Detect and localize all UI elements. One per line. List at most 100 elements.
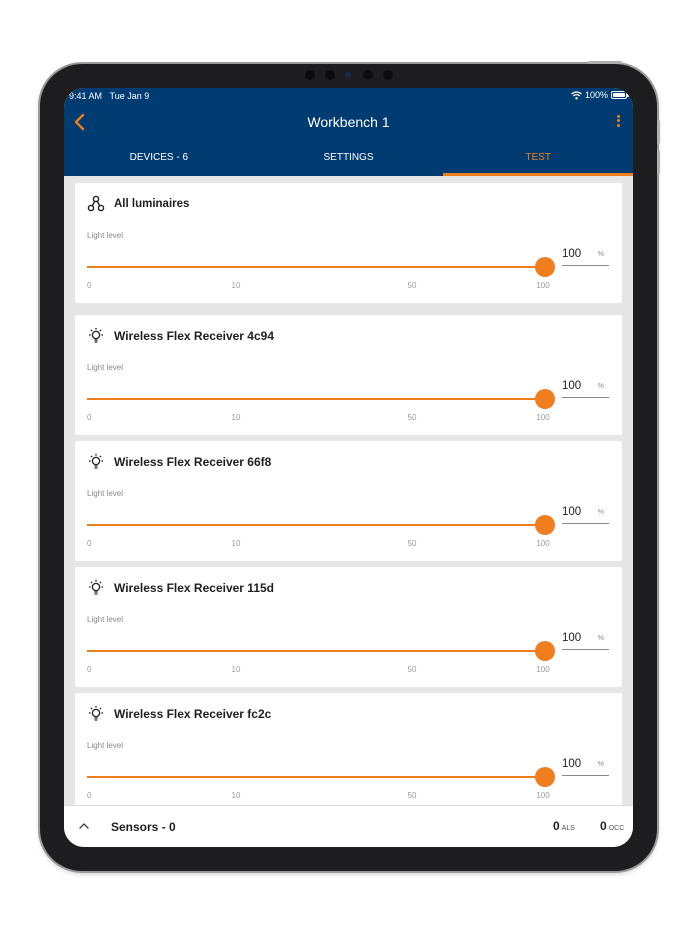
tick-label: 0 (87, 281, 92, 290)
title-bar: Workbench 1 (64, 108, 633, 136)
light-level-field: % (562, 246, 609, 266)
page-title: Workbench 1 (307, 114, 390, 130)
light-level-input[interactable] (562, 248, 590, 260)
light-level-label: Light level (87, 741, 124, 750)
luminaire-list: All luminaires Light level 0 10 50 100 % (64, 176, 633, 805)
slider-track (87, 524, 545, 526)
battery-percent: 100% (584, 90, 608, 100)
slider-ticks: 0 10 50 100 (87, 539, 550, 549)
light-level-input[interactable] (562, 506, 590, 518)
card-header: Wireless Flex Receiver fc2c (87, 705, 271, 723)
luminaire-card: Wireless Flex Receiver 66f8 Light level … (75, 441, 622, 561)
tick-label: 100 (536, 413, 550, 422)
slider-thumb[interactable] (535, 515, 555, 535)
tick-label: 50 (407, 281, 417, 290)
tick-label: 10 (231, 665, 241, 674)
sensors-label[interactable]: Sensors - 0 (111, 820, 176, 834)
lightbulb-icon (89, 706, 103, 721)
card-title: All luminaires (114, 198, 190, 210)
card-header: Wireless Flex Receiver 115d (87, 579, 274, 597)
slider-thumb[interactable] (535, 389, 555, 409)
card-title: Wireless Flex Receiver 66f8 (114, 455, 272, 469)
light-level-slider[interactable] (87, 767, 555, 787)
light-level-slider[interactable] (87, 515, 555, 535)
light-level-label: Light level (87, 489, 124, 498)
tick-label: 100 (536, 665, 550, 674)
light-level-field: % (562, 630, 609, 650)
light-level-slider[interactable] (87, 257, 555, 277)
tick-label: 100 (536, 791, 550, 800)
group-nodes-icon (87, 195, 105, 212)
card-header: All luminaires (87, 195, 189, 213)
tick-label: 50 (407, 539, 417, 548)
unit-label: % (597, 509, 604, 516)
card-title: Wireless Flex Receiver 4c94 (114, 329, 275, 343)
tab-devices[interactable]: DEVICES - 6 (64, 144, 254, 176)
slider-track (87, 776, 545, 778)
wifi-icon (571, 90, 582, 99)
unit-label: % (597, 761, 604, 768)
light-level-label: Light level (87, 363, 124, 372)
card-header: Wireless Flex Receiver 66f8 (87, 453, 271, 471)
tab-bar: DEVICES - 6 SETTINGS TEST (64, 144, 633, 176)
sensor-dot (305, 70, 315, 80)
lightbulb-icon (89, 454, 103, 469)
tick-label: 50 (407, 791, 417, 800)
volume-down-button (657, 150, 660, 174)
app-header: 9:41 AM Tue Jan 9 100% Workbench 1 DEVIC… (64, 88, 633, 176)
app-screen: 9:41 AM Tue Jan 9 100% Workbench 1 DEVIC… (64, 88, 633, 847)
light-level-slider[interactable] (87, 641, 555, 661)
camera-bar (305, 70, 395, 80)
tick-label: 10 (231, 791, 241, 800)
occ-count: 0 OCC (600, 819, 625, 833)
tab-test[interactable]: TEST (443, 144, 633, 176)
als-count: 0 ALS (553, 819, 575, 833)
light-level-input[interactable] (562, 758, 590, 770)
card-title: Wireless Flex Receiver fc2c (114, 707, 272, 721)
sensor-dot (363, 70, 373, 80)
unit-label: % (597, 635, 604, 642)
more-vertical-icon (613, 114, 623, 127)
light-level-field: % (562, 504, 609, 524)
slider-ticks: 0 10 50 100 (87, 281, 550, 291)
light-level-slider[interactable] (87, 389, 555, 409)
luminaire-card: Wireless Flex Receiver 4c94 Light level … (75, 315, 622, 435)
slider-thumb[interactable] (535, 641, 555, 661)
luminaire-card: All luminaires Light level 0 10 50 100 % (75, 183, 622, 303)
expand-sensors-button[interactable] (78, 819, 90, 831)
volume-up-button (657, 120, 660, 144)
power-button (588, 61, 622, 64)
slider-thumb[interactable] (535, 767, 555, 787)
light-level-input[interactable] (562, 380, 590, 392)
tab-settings[interactable]: SETTINGS (254, 144, 444, 176)
tick-label: 50 (407, 413, 417, 422)
tick-label: 10 (231, 413, 241, 422)
tick-label: 100 (536, 539, 550, 548)
slider-ticks: 0 10 50 100 (87, 665, 550, 675)
more-options-button[interactable] (613, 113, 623, 131)
light-level-label: Light level (87, 615, 124, 624)
battery-icon (611, 91, 629, 99)
slider-ticks: 0 10 50 100 (87, 791, 550, 801)
status-bar: 9:41 AM Tue Jan 9 100% (64, 88, 633, 104)
light-level-input[interactable] (562, 632, 590, 644)
status-time: 9:41 AM Tue Jan 9 (69, 91, 150, 101)
camera-lens (345, 72, 351, 78)
slider-thumb[interactable] (535, 257, 555, 277)
card-header: Wireless Flex Receiver 4c94 (87, 327, 274, 345)
unit-label: % (597, 383, 604, 390)
card-title: Wireless Flex Receiver 115d (114, 581, 274, 595)
light-level-label: Light level (87, 231, 124, 240)
light-level-field: % (562, 756, 609, 776)
tick-label: 0 (87, 539, 92, 548)
chevron-up-icon (79, 823, 89, 829)
status-right: 100% (571, 90, 629, 100)
slider-track (87, 398, 545, 400)
unit-label: % (597, 251, 604, 258)
slider-ticks: 0 10 50 100 (87, 413, 550, 423)
slider-track (87, 266, 545, 268)
sensor-dot (325, 70, 335, 80)
tick-label: 0 (87, 665, 92, 674)
sensor-dot (383, 70, 393, 80)
lightbulb-icon (89, 328, 103, 343)
